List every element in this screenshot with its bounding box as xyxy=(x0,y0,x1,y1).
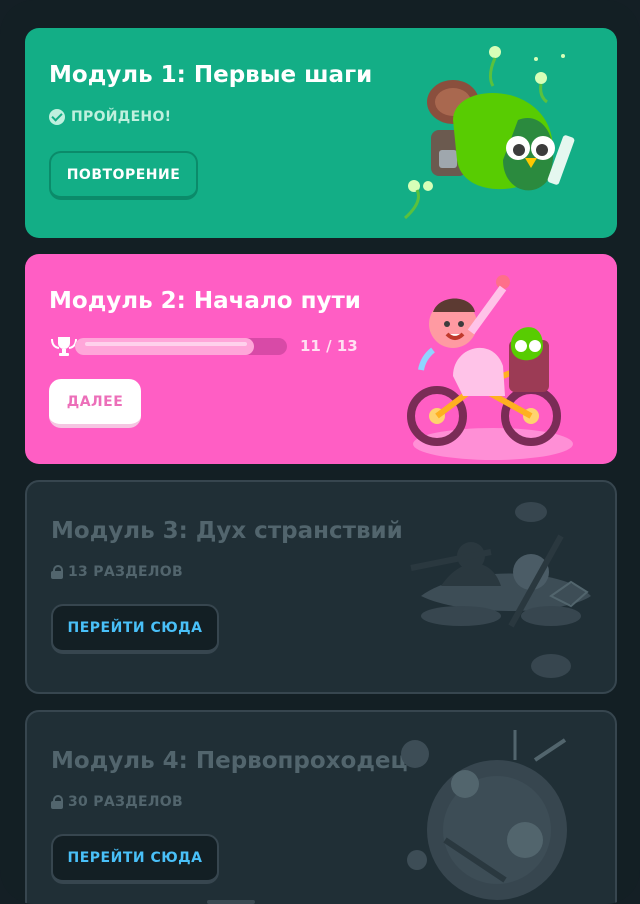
continue-button[interactable]: ДАЛЕЕ xyxy=(49,379,141,428)
progress-fill xyxy=(75,337,255,355)
unit-title: Модуль 1: Первые шаги xyxy=(49,62,373,88)
unit-title: Модуль 3: Дух странствий xyxy=(51,518,403,544)
lock-icon xyxy=(51,795,63,809)
progress-bar xyxy=(75,337,287,355)
locked-sections: 30 РАЗДЕЛОВ xyxy=(51,794,183,810)
locked-sections: 13 РАЗДЕЛОВ xyxy=(51,564,183,580)
unit-card-1: Модуль 1: Первые шаги ПРОЙДЕНО! ПОВТОРЕН… xyxy=(25,28,617,238)
jump-here-button[interactable]: ПЕРЕЙТИ СЮДА xyxy=(51,604,219,654)
check-circle-icon xyxy=(49,109,65,125)
completed-label: ПРОЙДЕНО! xyxy=(71,109,172,125)
progress-shine xyxy=(85,341,248,346)
sections-count: 30 РАЗДЕЛОВ xyxy=(68,794,183,810)
explorer-illustration xyxy=(401,730,567,900)
progress-count: 11 / 13 xyxy=(300,337,358,355)
unit-card-2: Модуль 2: Начало пути 11 / 13 ДАЛЕЕ xyxy=(25,254,617,464)
kayak-illustration xyxy=(410,502,591,678)
unit-progress: 11 / 13 xyxy=(49,335,358,357)
unit-title: Модуль 4: Первопроходец xyxy=(51,748,408,774)
unit-title: Модуль 2: Начало пути xyxy=(49,288,361,314)
review-button[interactable]: ПОВТОРЕНИЕ xyxy=(49,151,198,200)
owl-backpack-illustration xyxy=(403,46,575,220)
lock-icon xyxy=(51,565,63,579)
cyclist-illustration xyxy=(407,275,573,460)
unit-card-3: Модуль 3: Дух странствий 13 РАЗДЕЛОВ ПЕР… xyxy=(25,480,617,694)
app-frame: Модуль 1: Первые шаги ПРОЙДЕНО! ПОВТОРЕН… xyxy=(0,0,640,904)
jump-here-button[interactable]: ПЕРЕЙТИ СЮДА xyxy=(51,834,219,884)
scroll-indicator xyxy=(207,900,255,904)
completed-status: ПРОЙДЕНО! xyxy=(49,109,171,125)
sections-count: 13 РАЗДЕЛОВ xyxy=(68,564,183,580)
unit-card-4: Модуль 4: Первопроходец 30 РАЗДЕЛОВ ПЕРЕ… xyxy=(25,710,617,904)
